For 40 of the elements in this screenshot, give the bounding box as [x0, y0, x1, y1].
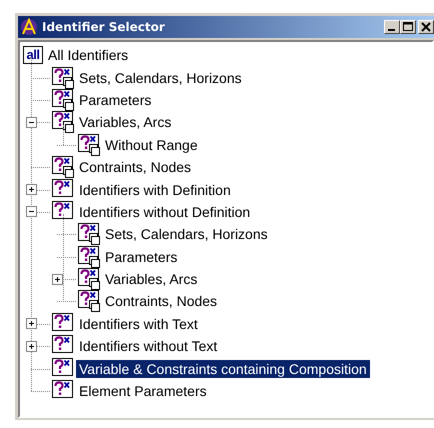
expand-toggle[interactable]	[52, 274, 63, 285]
tree-item[interactable]: Variable & Constraints containing Composition	[76, 360, 370, 378]
tree-item[interactable]: Identifiers with Definition	[76, 180, 234, 199]
query-pages-icon	[78, 290, 100, 312]
minimize-icon	[388, 29, 395, 31]
query-pages-icon	[52, 66, 74, 89]
query-pages-icon	[78, 134, 100, 156]
query-pages-icon	[78, 246, 100, 268]
tree-item[interactable]: Variables, Arcs	[76, 113, 174, 132]
query-pages-icon	[52, 88, 74, 111]
window-title: Identifier Selector	[42, 20, 166, 34]
tree-item[interactable]: Sets, Calendars, Horizons	[102, 225, 271, 244]
tree-item[interactable]: Identifiers without Definition	[76, 202, 254, 221]
query-pages-icon	[52, 156, 74, 178]
all-icon: all	[23, 46, 43, 64]
tree-item[interactable]: Sets, Calendars, Horizons	[76, 68, 245, 87]
tree-item[interactable]: Without Range	[102, 136, 201, 154]
tree-item[interactable]: Element Parameters	[76, 382, 210, 400]
maximize-icon	[401, 21, 415, 33]
maximize-button[interactable]	[400, 20, 416, 34]
query-pages-icon	[52, 111, 74, 134]
minimize-button[interactable]	[384, 20, 400, 34]
tree-item[interactable]: Contraints, Nodes	[102, 292, 220, 310]
expand-toggle[interactable]	[26, 340, 37, 352]
query-pages-icon	[78, 223, 100, 246]
tree-item[interactable]: Parameters	[102, 248, 180, 266]
tree-item[interactable]: Contraints, Nodes	[76, 158, 194, 176]
tree-item[interactable]: Variables, Arcs	[102, 270, 200, 288]
app-logo-icon	[20, 18, 38, 36]
expand-toggle[interactable]	[26, 184, 37, 196]
tree-item[interactable]: Parameters	[76, 90, 154, 109]
close-icon	[419, 21, 433, 33]
close-button[interactable]	[418, 20, 434, 34]
tree-item[interactable]: Identifiers with Text	[76, 314, 201, 333]
collapse-toggle[interactable]	[26, 206, 37, 218]
query-pages-icon	[78, 268, 100, 290]
tree-item[interactable]: All Identifiers	[45, 46, 132, 64]
expand-toggle[interactable]	[26, 318, 37, 330]
tree-item[interactable]: Identifiers without Text	[76, 337, 220, 356]
collapse-toggle[interactable]	[26, 116, 37, 128]
